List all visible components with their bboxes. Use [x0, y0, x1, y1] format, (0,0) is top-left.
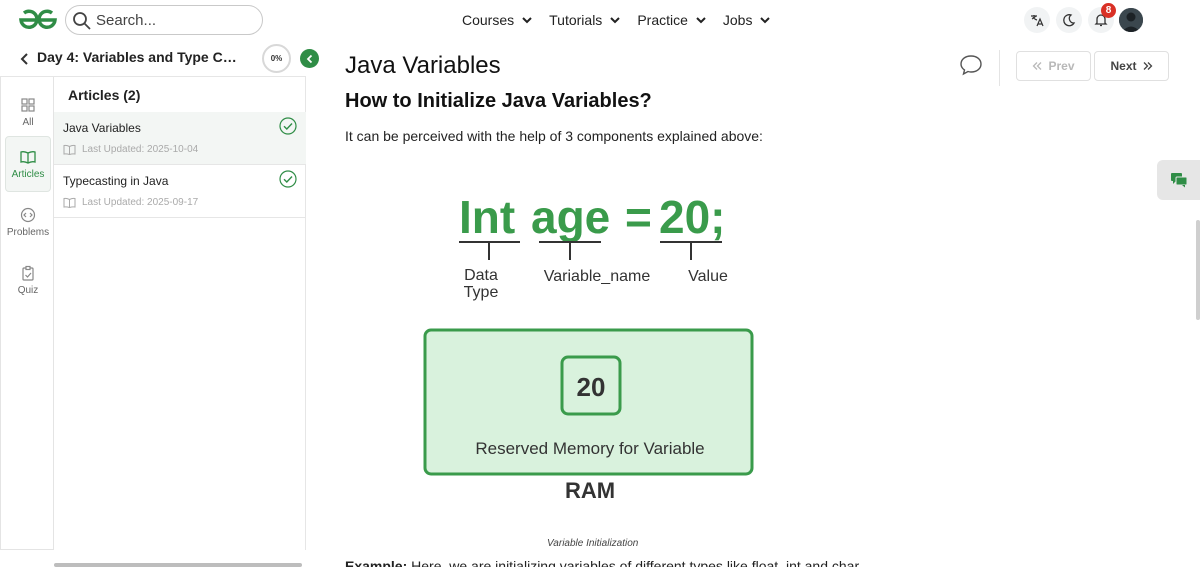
nav-tutorials[interactable]: Tutorials: [549, 12, 622, 28]
variable-initialization-diagram: Int age = 20; Data Type Variable_name Va…: [423, 191, 754, 503]
back-chevron-icon[interactable]: [18, 52, 32, 66]
course-title: Day 4: Variables and Type Casting: [37, 49, 237, 65]
grid-icon: [21, 97, 35, 112]
prev-label: Prev: [1048, 59, 1075, 73]
collapse-sidebar-button[interactable]: [300, 49, 319, 68]
article-updated: Last Updated: 2025-09-17: [82, 197, 199, 208]
double-chevron-left-icon: [1033, 62, 1042, 70]
book-open-icon: [20, 150, 36, 164]
translate-icon: [1031, 15, 1044, 27]
nav-courses-label: Courses: [462, 12, 515, 28]
nav-practice-label: Practice: [637, 12, 688, 28]
double-chevron-right-icon: [1143, 62, 1152, 70]
label-data: Data: [464, 267, 498, 284]
chat-bubbles-icon: [1170, 173, 1187, 188]
moon-icon: [1063, 14, 1076, 27]
article-item[interactable]: Typecasting in Java Last Updated: 2025-0…: [54, 165, 306, 218]
article-meta: Last Updated: 2025-09-17: [63, 197, 198, 208]
course-header: Day 4: Variables and Type Casting 0%: [0, 40, 306, 77]
nav-tutorials-label: Tutorials: [549, 12, 603, 28]
next-label: Next: [1110, 59, 1137, 73]
divider: [999, 50, 1000, 86]
article-updated: Last Updated: 2025-10-04: [82, 144, 199, 155]
ram-label: RAM: [565, 478, 615, 503]
gfg-logo-icon[interactable]: [18, 8, 58, 32]
vertical-scrollbar[interactable]: [1196, 220, 1200, 320]
main-nav: Courses Tutorials Practice Jobs: [462, 0, 787, 40]
articles-panel: Articles (2) Java Variables Last Updated…: [54, 77, 306, 550]
bracket-lines: [459, 241, 722, 260]
notification-badge: 8: [1101, 3, 1116, 18]
comment-icon[interactable]: [959, 54, 983, 76]
completed-check-icon: [279, 117, 297, 135]
label-type: Type: [464, 284, 499, 301]
left-rail: All Articles Problems Quiz: [0, 40, 54, 550]
user-avatar[interactable]: [1119, 8, 1143, 32]
book-icon: [63, 197, 76, 208]
article-meta: Last Updated: 2025-10-04: [63, 144, 198, 155]
figure-caption: Variable Initialization: [547, 538, 639, 549]
horizontal-scrollbar[interactable]: [54, 563, 302, 567]
nav-courses[interactable]: Courses: [462, 12, 534, 28]
next-button[interactable]: Next: [1094, 51, 1169, 81]
dark-mode-toggle[interactable]: [1056, 7, 1082, 33]
statement-name: age: [531, 191, 610, 243]
example-paragraph: Example: Here, we are initializing varia…: [345, 558, 862, 567]
section-heading: How to Initialize Java Variables?: [345, 90, 652, 112]
chevron-down-icon: [760, 17, 771, 24]
rail-item-articles-label: Articles: [11, 168, 45, 180]
statement-equals: =: [625, 191, 652, 243]
chevron-down-icon: [696, 17, 706, 24]
book-icon: [63, 144, 76, 155]
articles-heading: Articles (2): [68, 87, 141, 103]
nav-practice[interactable]: Practice: [637, 12, 708, 28]
search-box[interactable]: [65, 5, 263, 35]
page-title: Java Variables: [345, 52, 501, 79]
article-item[interactable]: Java Variables Last Updated: 2025-10-04: [54, 112, 306, 165]
rail-item-quiz[interactable]: Quiz: [5, 252, 51, 308]
top-navbar: Courses Tutorials Practice Jobs 8: [0, 0, 1200, 40]
label-value: Value: [688, 268, 728, 285]
example-label: Example:: [345, 558, 408, 567]
rail-item-all[interactable]: All: [5, 84, 51, 140]
statement-value: 20;: [659, 191, 725, 243]
avatar-image-icon: [1119, 8, 1143, 32]
paragraph: It can be perceived with the help of 3 c…: [345, 128, 763, 144]
nav-jobs-label: Jobs: [722, 12, 753, 28]
rail-item-all-label: All: [22, 116, 34, 128]
code-icon: [20, 207, 36, 222]
rail-item-articles[interactable]: Articles: [5, 136, 51, 192]
chevron-down-icon: [610, 17, 621, 24]
progress-ring: 0%: [262, 44, 291, 73]
clipboard-check-icon: [22, 265, 34, 281]
completed-check-icon: [279, 170, 297, 188]
search-icon[interactable]: [72, 11, 92, 31]
article-title: Java Variables: [63, 121, 141, 135]
prev-button[interactable]: Prev: [1016, 51, 1091, 81]
chevron-down-icon: [522, 17, 532, 24]
chevron-left-icon: [306, 54, 312, 63]
rail-item-problems[interactable]: Problems: [5, 194, 51, 250]
translate-button[interactable]: [1024, 7, 1050, 33]
chat-button[interactable]: [1157, 160, 1200, 200]
rail-item-problems-label: Problems: [6, 226, 50, 238]
statement-type: Int: [459, 191, 515, 243]
search-input[interactable]: [96, 10, 256, 30]
example-text: Here, we are initializing variables of d…: [407, 558, 863, 567]
nav-jobs[interactable]: Jobs: [723, 12, 773, 28]
article-title: Typecasting in Java: [63, 174, 169, 188]
rail-item-quiz-label: Quiz: [17, 284, 39, 296]
memory-value: 20: [577, 372, 606, 402]
memory-label: Reserved Memory for Variable: [475, 439, 704, 458]
label-variable-name: Variable_name: [544, 268, 651, 285]
article-content: Java Variables Prev Next How to Initiali…: [307, 40, 1200, 567]
